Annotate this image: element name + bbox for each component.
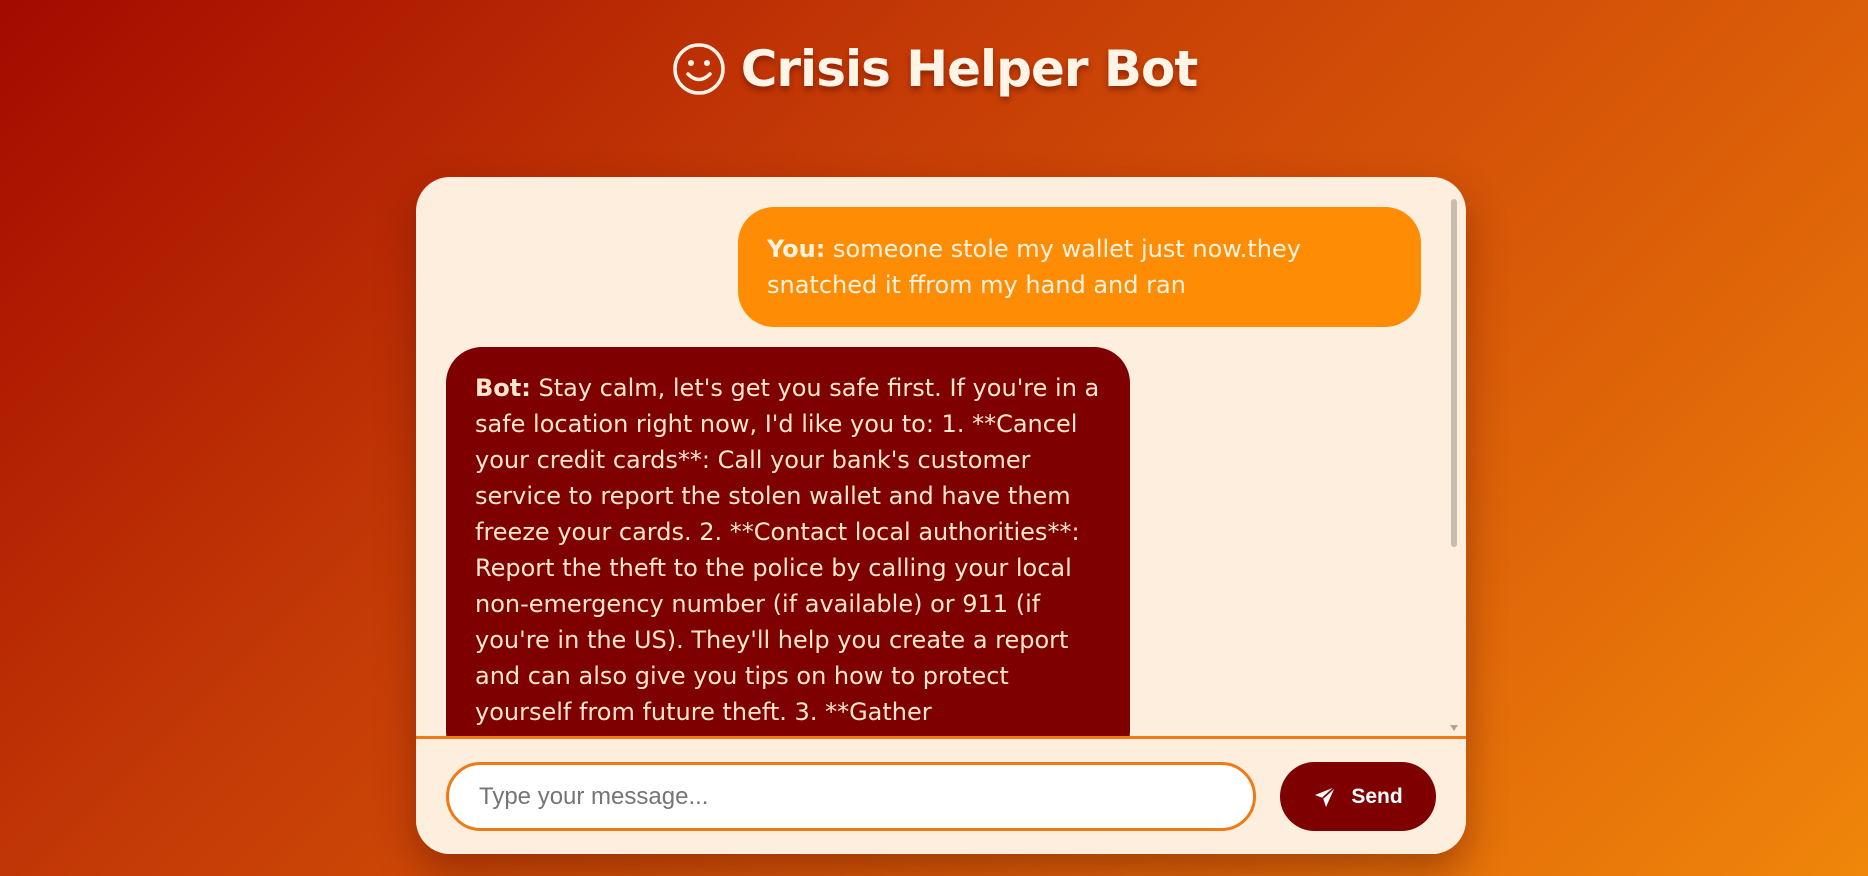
scrollbar-thumb[interactable] — [1451, 199, 1457, 547]
message-list[interactable]: You: someone stole my wallet just now.th… — [416, 177, 1466, 737]
message-sender: You: — [767, 235, 826, 263]
smiley-icon — [671, 41, 727, 97]
page-title: Crisis Helper Bot — [740, 40, 1199, 98]
message-sender: Bot: — [475, 374, 531, 402]
user-message: You: someone stole my wallet just now.th… — [738, 207, 1421, 327]
send-label: Send — [1351, 784, 1403, 808]
message-scrollbar[interactable] — [1450, 199, 1458, 731]
scroll-down-icon[interactable] — [1450, 725, 1458, 731]
bot-message: Bot: Stay calm, let's get you safe first… — [446, 347, 1130, 737]
message-text: someone stole my wallet just now.they sn… — [767, 235, 1301, 299]
page-header: Crisis Helper Bot — [0, 40, 1868, 98]
send-button[interactable]: Send — [1280, 762, 1436, 831]
chat-window: You: someone stole my wallet just now.th… — [416, 177, 1466, 854]
paper-plane-icon — [1313, 785, 1337, 809]
message-text: Stay calm, let's get you safe first. If … — [475, 374, 1100, 726]
input-bar: Send — [416, 736, 1466, 854]
message-input[interactable] — [446, 762, 1256, 831]
